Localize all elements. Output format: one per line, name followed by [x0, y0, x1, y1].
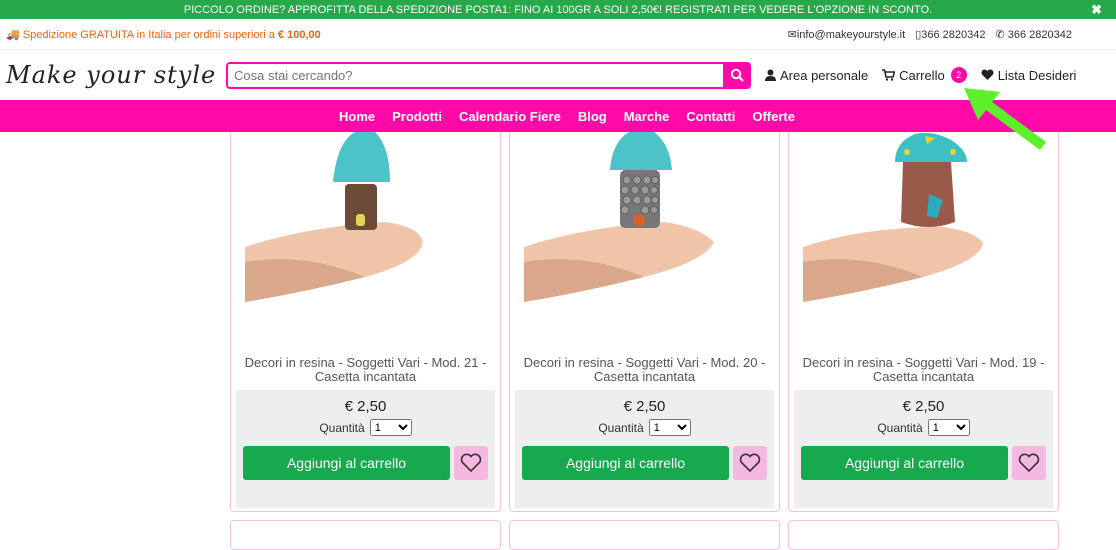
- add-to-cart-button[interactable]: Aggiungi al carrello: [522, 446, 729, 480]
- product-price: € 2,50: [344, 398, 387, 415]
- add-to-cart-button[interactable]: Aggiungi al carrello: [801, 446, 1008, 480]
- product-card: Decori in resina - Soggetti Vari - Mod. …: [788, 132, 1059, 512]
- user-icon: [765, 69, 776, 81]
- search-icon: [730, 68, 744, 82]
- product-grid: Decori in resina - Soggetti Vari - Mod. …: [230, 132, 1059, 512]
- wishlist-button[interactable]: [454, 446, 488, 480]
- wishlist-button[interactable]: [1012, 446, 1046, 480]
- product-card: [230, 520, 501, 550]
- product-title[interactable]: Decori in resina - Soggetti Vari - Mod. …: [510, 356, 779, 386]
- product-title[interactable]: Decori in resina - Soggetti Vari - Mod. …: [231, 356, 500, 386]
- search-input[interactable]: [226, 61, 723, 89]
- cart-count-badge: 2: [950, 67, 967, 83]
- nav-contatti[interactable]: Contatti: [686, 109, 735, 124]
- truck-icon: 🚚: [6, 28, 20, 41]
- search-button[interactable]: [723, 61, 751, 89]
- price-box: € 2,50 Quantità 1 Aggiungi al carrello: [515, 390, 774, 508]
- nav-prodotti[interactable]: Prodotti: [392, 109, 442, 124]
- heart-outline-icon: [460, 453, 482, 473]
- email-link[interactable]: ✉info@makeyourstyle.it: [788, 28, 906, 41]
- heart-icon: [981, 69, 994, 80]
- quantity-select[interactable]: 1: [927, 419, 970, 436]
- header: Make your style Area personale Carrello …: [0, 50, 1116, 100]
- envelope-icon: ✉: [787, 28, 797, 41]
- contacts: ✉info@makeyourstyle.it ▯366 2820342 ✆ 36…: [788, 28, 1072, 41]
- quantity-select[interactable]: 1: [648, 419, 691, 436]
- whatsapp-icon: ✆: [995, 28, 1005, 41]
- product-price: € 2,50: [902, 398, 945, 415]
- wishlist-button[interactable]: [733, 446, 767, 480]
- close-icon[interactable]: ✖: [1091, 2, 1102, 18]
- heart-outline-icon: [739, 453, 761, 473]
- logo[interactable]: Make your style: [6, 61, 226, 89]
- quantity-select[interactable]: 1: [369, 419, 412, 436]
- price-box: € 2,50 Quantità 1 Aggiungi al carrello: [236, 390, 495, 508]
- price-box: € 2,50 Quantità 1 Aggiungi al carrello: [794, 390, 1053, 508]
- product-image[interactable]: [524, 132, 765, 307]
- shipping-info: 🚚 Spedizione GRATUITA in Italia per ordi…: [6, 28, 321, 41]
- promo-bar: PICCOLO ORDINE? APPROFITTA DELLA SPEDIZI…: [0, 0, 1116, 19]
- search-bar: [226, 61, 751, 89]
- card-actions: Aggiungi al carrello: [243, 446, 488, 480]
- product-title[interactable]: Decori in resina - Soggetti Vari - Mod. …: [789, 356, 1058, 386]
- cart-link[interactable]: Carrello 2: [882, 67, 967, 83]
- main-nav: Home Prodotti Calendario Fiere Blog Marc…: [0, 100, 1116, 132]
- phone-link[interactable]: ▯366 2820342: [915, 28, 985, 41]
- nav-blog[interactable]: Blog: [578, 109, 607, 124]
- whatsapp-link[interactable]: ✆ 366 2820342: [995, 28, 1072, 41]
- heart-outline-icon: [1018, 453, 1040, 473]
- product-card: Decori in resina - Soggetti Vari - Mod. …: [509, 132, 780, 512]
- card-actions: Aggiungi al carrello: [522, 446, 767, 480]
- nav-home[interactable]: Home: [339, 109, 375, 124]
- product-grid-row-2: [230, 520, 1059, 550]
- product-image[interactable]: [803, 132, 1044, 307]
- nav-offerte[interactable]: Offerte: [752, 109, 795, 124]
- cart-icon: [882, 69, 896, 81]
- product-card: [788, 520, 1059, 550]
- card-actions: Aggiungi al carrello: [801, 446, 1046, 480]
- promo-text: PICCOLO ORDINE? APPROFITTA DELLA SPEDIZI…: [183, 3, 933, 16]
- quantity-row: Quantità 1: [236, 419, 495, 436]
- nav-marche[interactable]: Marche: [624, 109, 670, 124]
- product-card: Decori in resina - Soggetti Vari - Mod. …: [230, 132, 501, 512]
- add-to-cart-button[interactable]: Aggiungi al carrello: [243, 446, 450, 480]
- product-card: [509, 520, 780, 550]
- nav-calendario-fiere[interactable]: Calendario Fiere: [459, 109, 561, 124]
- product-image[interactable]: [245, 132, 486, 307]
- wishlist-link[interactable]: Lista Desideri: [981, 68, 1076, 83]
- header-links: Area personale Carrello 2 Lista Desideri: [765, 67, 1076, 83]
- account-link[interactable]: Area personale: [765, 68, 868, 83]
- quantity-row: Quantità 1: [794, 419, 1053, 436]
- quantity-row: Quantità 1: [515, 419, 774, 436]
- info-bar: 🚚 Spedizione GRATUITA in Italia per ordi…: [0, 19, 1116, 50]
- product-price: € 2,50: [623, 398, 666, 415]
